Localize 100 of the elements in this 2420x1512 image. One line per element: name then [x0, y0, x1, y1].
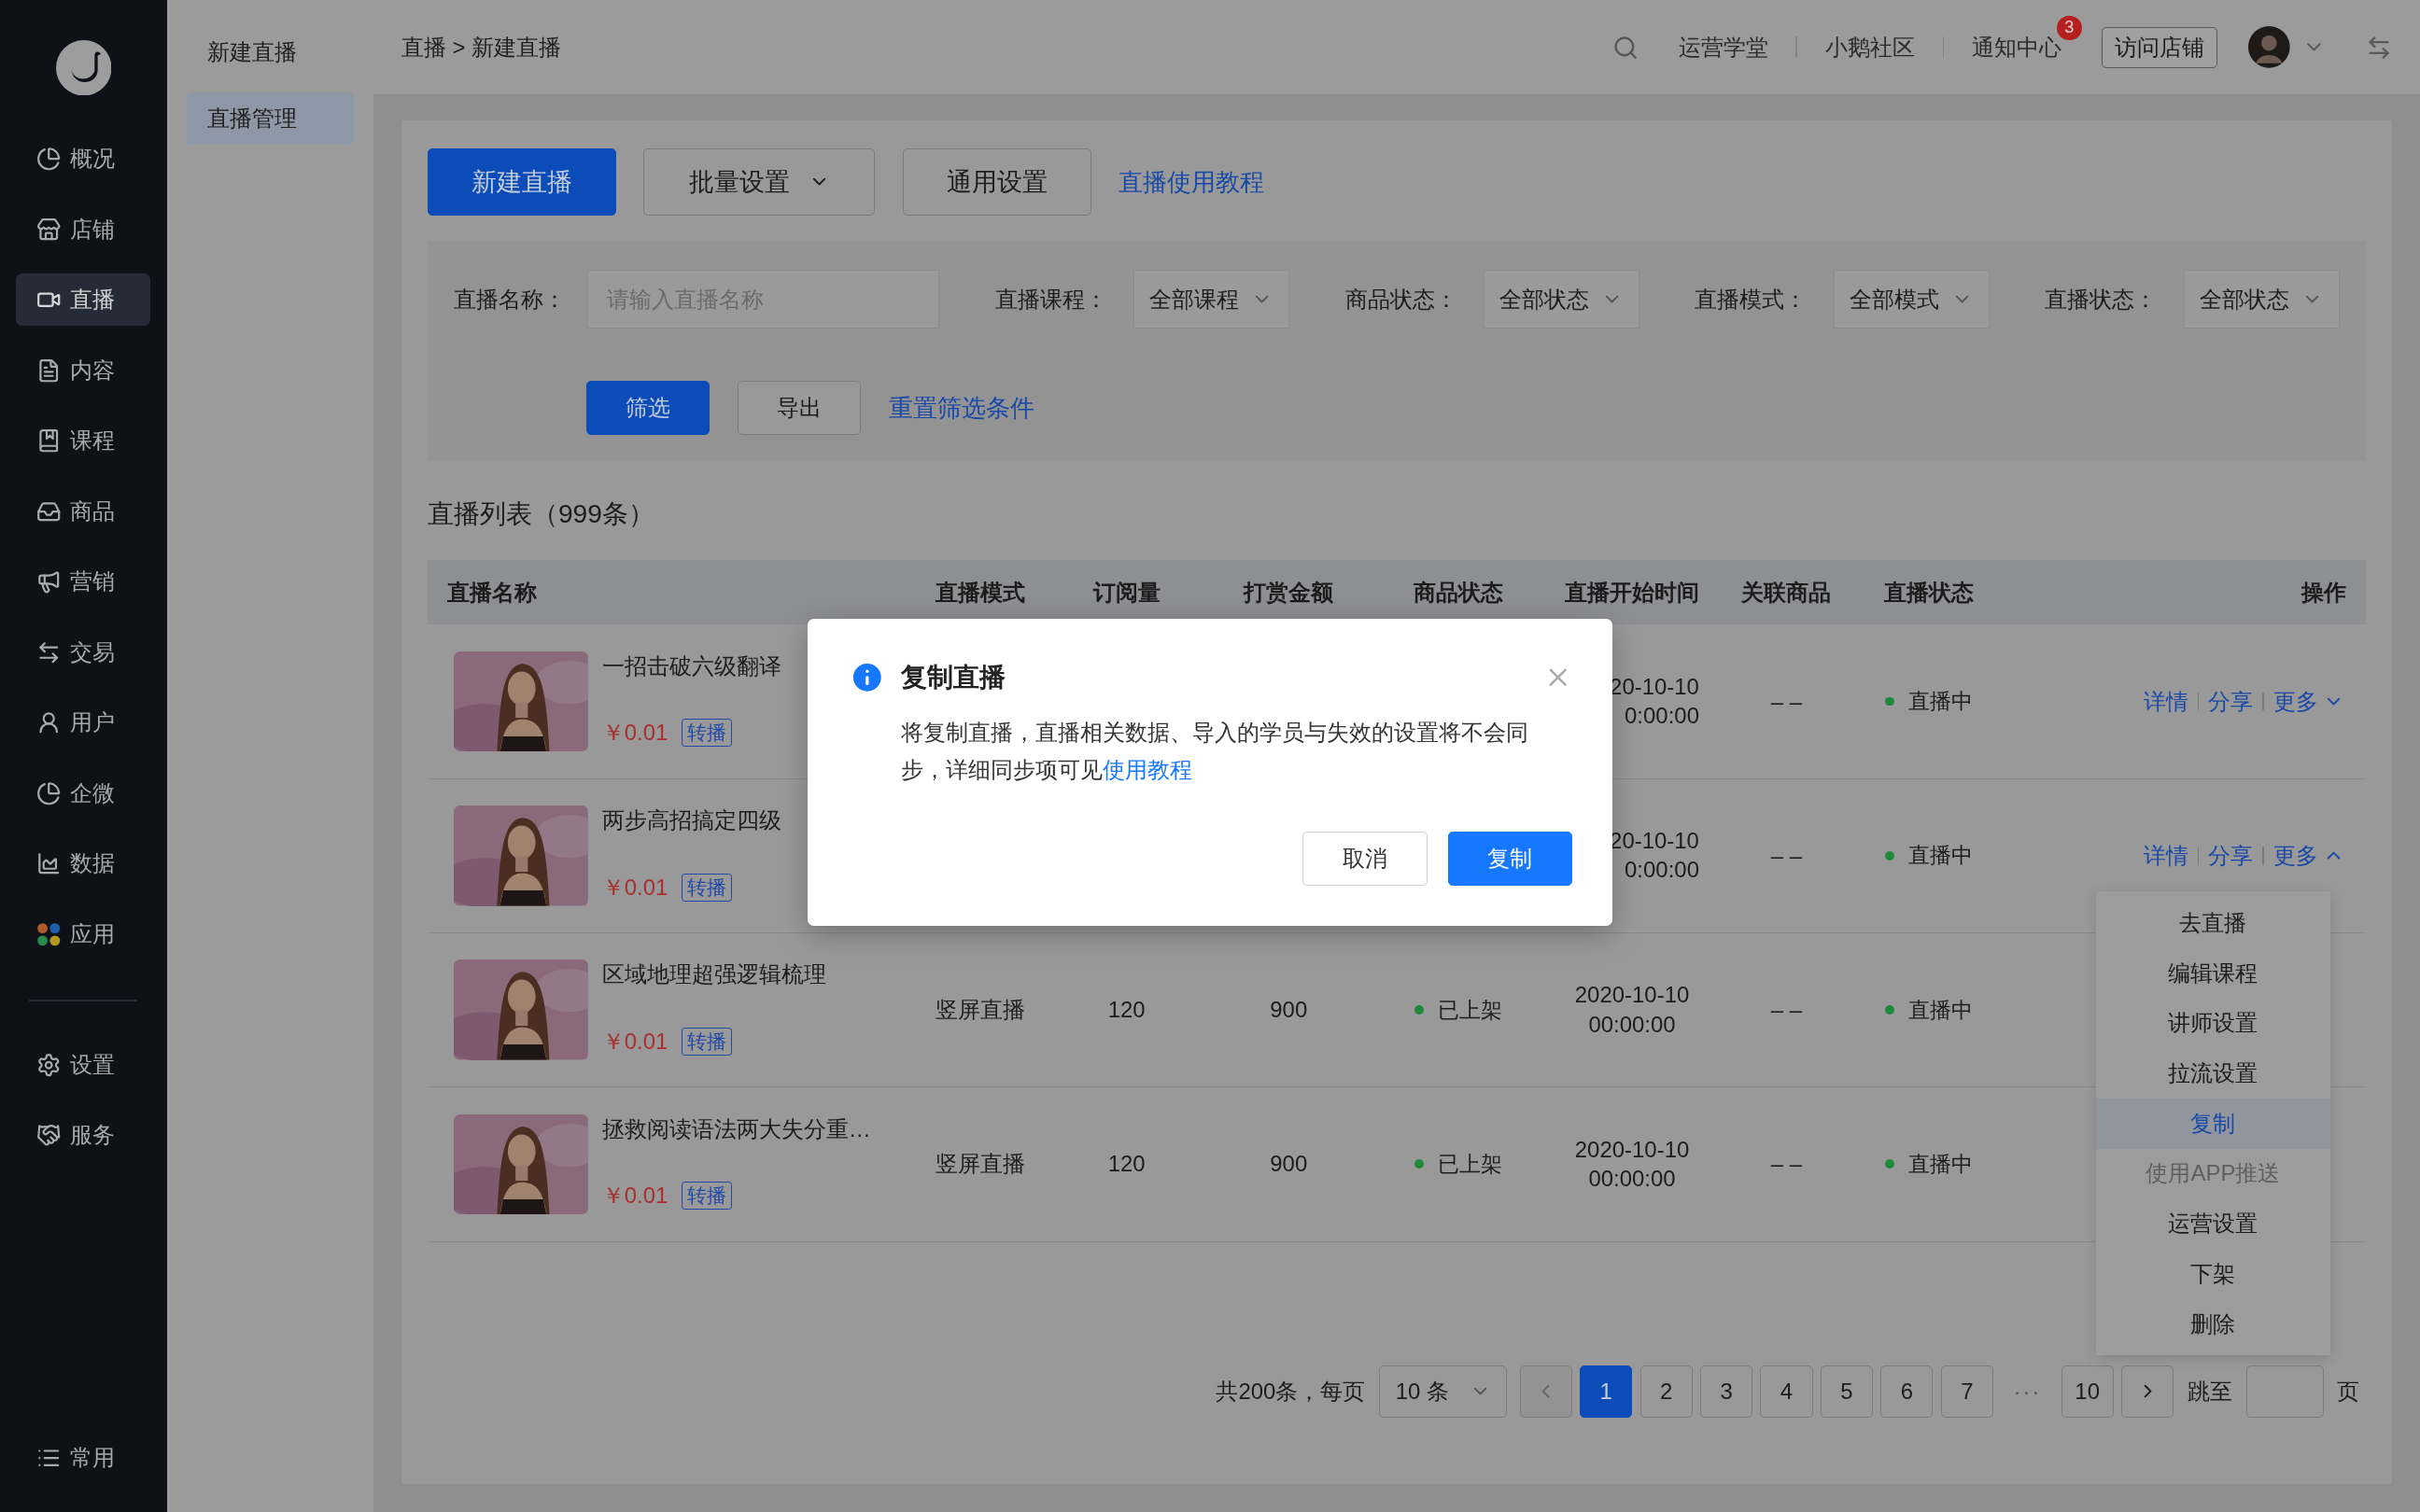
filter-button[interactable]: 导出: [738, 381, 862, 436]
table-cell-text: 已上架: [1437, 996, 1502, 1024]
table-cell-text: 直播中: [1908, 1150, 1974, 1178]
visit-store-button[interactable]: 访问店铺: [2101, 26, 2218, 68]
filter-select[interactable]: 全部状态: [1483, 270, 1639, 329]
sidebar-item[interactable]: 数据: [16, 837, 151, 890]
menu-item[interactable]: 编辑课程: [2095, 947, 2331, 999]
table-cell: – –: [1770, 688, 1802, 714]
status-dot: [1885, 1159, 1895, 1169]
table-cell: 竖屏直播: [935, 1151, 1025, 1177]
table-cell-text: 已上架: [1437, 1150, 1502, 1178]
live-title: 一招击破六级翻译: [601, 651, 781, 680]
toolbar-button[interactable]: 新建直播: [427, 147, 616, 217]
filter-select[interactable]: 全部课程: [1133, 270, 1289, 329]
column-header: 商品状态: [1414, 579, 1504, 605]
menu-item[interactable]: 拉流设置: [2095, 1048, 2331, 1099]
page-button[interactable]: 2: [1639, 1365, 1693, 1419]
column-header: 直播状态: [1884, 579, 1975, 605]
submenu-item[interactable]: 新建直播: [187, 26, 354, 79]
header-link[interactable]: 小鹅社区: [1824, 32, 1915, 63]
logo-icon: [55, 39, 111, 96]
table-cell: – –: [1770, 842, 1802, 868]
sidebar-item[interactable]: 商品: [16, 484, 151, 538]
sidebar-item[interactable]: 课程: [16, 414, 151, 468]
filter-button[interactable]: 筛选: [586, 381, 711, 436]
page-button[interactable]: 4: [1760, 1365, 1813, 1419]
page-button[interactable]: 5: [1820, 1365, 1874, 1419]
notification-badge: 3: [2057, 15, 2082, 40]
sidebar-item[interactable]: 营销: [16, 555, 151, 609]
table-cell-text: 直播中: [1908, 688, 1974, 715]
filter-label: 直播模式：: [1695, 285, 1808, 314]
page-button[interactable]: 7: [1940, 1365, 1993, 1419]
sidebar-item[interactable]: 店铺: [16, 203, 151, 256]
settings-icon: [35, 1052, 62, 1078]
sidebar-item[interactable]: 概况: [16, 133, 151, 186]
table-cell: 120: [1107, 1151, 1146, 1177]
sidebar-item[interactable]: 常用: [16, 1432, 151, 1485]
column-header: 直播开始时间: [1565, 579, 1700, 605]
column-header: 订阅量: [1092, 579, 1161, 605]
table-cell: 20-10-10: [1610, 828, 1699, 855]
store-icon: [35, 217, 62, 242]
handshake-icon: [35, 1123, 62, 1148]
submenu-item[interactable]: 直播管理: [187, 92, 354, 146]
sidebar-item[interactable]: 内容: [16, 343, 151, 397]
avatar[interactable]: [2248, 26, 2291, 69]
menu-item[interactable]: 运营设置: [2095, 1198, 2331, 1250]
column-header: 操作: [2300, 579, 2346, 605]
table-cell: 0:00:00: [1625, 857, 1699, 884]
filter-label: 直播课程：: [994, 285, 1107, 314]
sidebar-item[interactable]: 直播: [16, 273, 151, 327]
live-title: 拯救阅读语法两大失分重…: [601, 1114, 871, 1143]
column-header: 直播模式: [935, 579, 1025, 605]
jump-input[interactable]: [2245, 1365, 2324, 1419]
page-button[interactable]: 1: [1580, 1365, 1633, 1419]
filter-select[interactable]: 全部状态: [2183, 270, 2340, 329]
status-dot: [1414, 1005, 1425, 1015]
megaphone-icon: [35, 569, 62, 595]
table-cell: 2020-10-10: [1574, 1136, 1690, 1163]
sidebar-item[interactable]: 应用: [16, 907, 151, 960]
menu-item[interactable]: 删除: [2095, 1298, 2331, 1350]
dialog-button[interactable]: 取消: [1302, 831, 1428, 886]
sidebar-item[interactable]: 设置: [16, 1038, 151, 1091]
table-cell: – –: [1770, 997, 1802, 1023]
column-header: 直播名称: [447, 579, 538, 605]
filter-select[interactable]: 全部模式: [1833, 270, 1990, 329]
dropdown-button[interactable]: 批量设置: [643, 147, 876, 217]
price: ￥0.01: [601, 1182, 668, 1211]
menu-item[interactable]: 讲师设置: [2095, 998, 2331, 1049]
filter-label: 直播名称：: [454, 285, 566, 314]
list-title: 直播列表（999条）: [427, 498, 655, 531]
header-link[interactable]: 运营学堂: [1678, 32, 1768, 63]
table-cell: 20-10-10: [1610, 673, 1699, 700]
column-header: 打赏金额: [1244, 579, 1334, 605]
sidebar-item[interactable]: 服务: [16, 1109, 151, 1162]
status-dot: [1885, 696, 1895, 707]
sidebar-item[interactable]: 用户: [16, 696, 151, 749]
total-text: 共200条，每页: [1216, 1378, 1366, 1406]
table-cell: 00:00:00: [1588, 1011, 1676, 1038]
menu-item[interactable]: 下架: [2095, 1249, 2331, 1299]
page-button[interactable]: 3: [1699, 1365, 1753, 1419]
table-cell: 900: [1270, 1151, 1308, 1177]
prev-page-button[interactable]: [1519, 1365, 1572, 1419]
next-page-button[interactable]: [2121, 1365, 2174, 1419]
live-title: 区域地理超强逻辑梳理: [601, 960, 826, 989]
sidebar-item[interactable]: 交易: [16, 625, 151, 679]
page-size-select[interactable]: 10 条: [1379, 1365, 1508, 1419]
table-cell: 0:00:00: [1625, 703, 1699, 730]
filter-label: 直播状态：: [2045, 285, 2158, 314]
tutorial-link[interactable]: 使用教程: [1103, 757, 1193, 782]
status-dot: [1885, 850, 1895, 861]
dialog-button[interactable]: 复制: [1447, 831, 1573, 886]
sidebar-item[interactable]: 企微: [16, 766, 151, 819]
menu-item[interactable]: 去直播: [2095, 898, 2331, 948]
search-icon[interactable]: [1611, 34, 1639, 61]
page-suffix: 页: [2337, 1378, 2360, 1406]
pie-chart-icon: [35, 780, 62, 806]
page-button[interactable]: 6: [1880, 1365, 1934, 1419]
toolbar-button[interactable]: 通用设置: [903, 147, 1091, 217]
table-cell: 120: [1107, 997, 1146, 1023]
page-button[interactable]: 10: [2061, 1365, 2114, 1419]
